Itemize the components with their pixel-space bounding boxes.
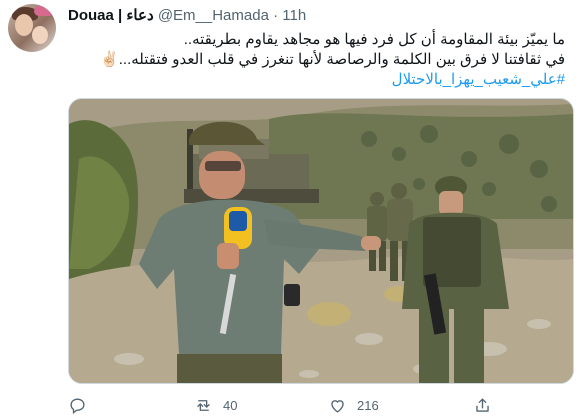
author-name[interactable]: Douaa | دعاء bbox=[68, 7, 154, 24]
tweet-media-photo[interactable] bbox=[68, 98, 574, 384]
share-button[interactable] bbox=[473, 396, 502, 415]
avatar-child-face-shape bbox=[32, 26, 48, 44]
tweet-timestamp[interactable]: 11h bbox=[282, 7, 306, 24]
photo-scene bbox=[69, 99, 573, 383]
retweet-icon bbox=[197, 400, 210, 411]
retweet-button[interactable]: 40 bbox=[194, 396, 237, 415]
header-separator: · bbox=[273, 7, 279, 24]
reply-button[interactable] bbox=[68, 396, 97, 415]
tweet-header: Douaa | دعاء @Em__Hamada · 11h bbox=[68, 6, 306, 26]
tweet-line-1: ما يميّز بيئة المقاومة أن كل فرد فيها هو… bbox=[183, 31, 565, 48]
hashtag-link[interactable]: #علي_شعيب_يهزا_بالاحتلال bbox=[68, 70, 565, 90]
like-button[interactable]: 216 bbox=[328, 396, 379, 415]
tweet-actions: 40 216 bbox=[68, 396, 572, 418]
avatar-flower-crown-shape bbox=[34, 6, 54, 16]
reply-icon bbox=[70, 398, 85, 414]
heart-icon bbox=[331, 400, 344, 413]
like-count: 216 bbox=[357, 398, 379, 413]
avatar-face-shape bbox=[15, 14, 33, 36]
retweet-count: 40 bbox=[223, 398, 238, 413]
share-icon bbox=[476, 398, 489, 412]
avatar[interactable] bbox=[8, 4, 56, 52]
tweet-text: ما يميّز بيئة المقاومة أن كل فرد فيها هو… bbox=[68, 30, 565, 90]
tweet-line-2: في ثقافتنا لا فرق بين الكلمة والرصاصة لأ… bbox=[100, 51, 565, 68]
author-handle[interactable]: @Em__Hamada bbox=[158, 7, 269, 24]
